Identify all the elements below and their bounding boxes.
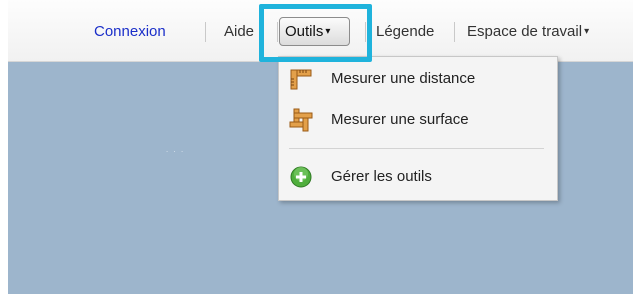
toolbar-separator bbox=[277, 22, 278, 42]
workspace-menu-button[interactable]: Espace de travail ▾ bbox=[467, 22, 589, 44]
workspace-label: Espace de travail bbox=[467, 23, 583, 40]
add-green-icon bbox=[289, 165, 313, 189]
help-link[interactable]: Aide bbox=[224, 22, 254, 42]
legend-link[interactable]: Légende bbox=[376, 22, 434, 42]
menu-item-label: Gérer les outils bbox=[331, 168, 432, 185]
tools-dropdown-menu: Mesurer une distance Mesurer une surface… bbox=[278, 56, 558, 201]
area-measure-icon bbox=[289, 108, 313, 132]
toolbar-separator bbox=[454, 22, 455, 42]
toolbar-separator bbox=[365, 22, 366, 42]
tools-menu-button[interactable]: Outils ▾ bbox=[279, 17, 350, 46]
menu-item-manage-tools[interactable]: Gérer les outils bbox=[279, 159, 557, 195]
menu-item-measure-area[interactable]: Mesurer une surface bbox=[279, 102, 557, 138]
toolbar-separator bbox=[205, 22, 206, 42]
ruler-icon bbox=[289, 67, 313, 91]
login-link[interactable]: Connexion bbox=[94, 22, 166, 42]
menu-item-label: Mesurer une surface bbox=[331, 111, 469, 128]
menu-divider bbox=[289, 148, 544, 149]
menu-item-measure-distance[interactable]: Mesurer une distance bbox=[279, 61, 557, 97]
tools-label: Outils bbox=[285, 23, 324, 40]
chevron-down-icon: ▾ bbox=[584, 26, 590, 37]
chevron-down-icon: ▾ bbox=[325, 26, 331, 37]
map-island-marks: ˙ ˙ ˙ bbox=[166, 150, 185, 160]
menu-item-label: Mesurer une distance bbox=[331, 70, 476, 87]
